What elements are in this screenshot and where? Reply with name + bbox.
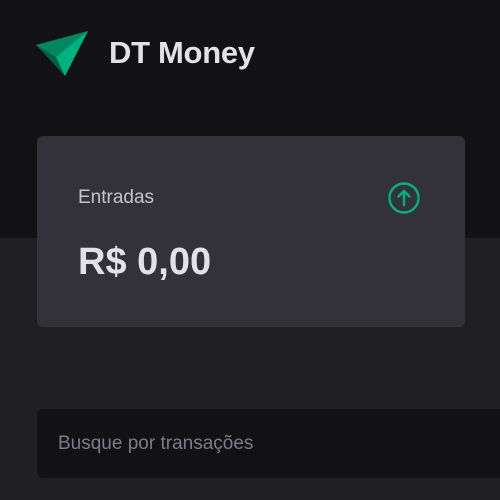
income-summary-card: Entradas R$ 0,00	[37, 136, 465, 327]
app-title: DT Money	[109, 35, 255, 70]
dt-money-logo-icon	[36, 29, 88, 77]
app-page: DT Money Entradas R$ 0,00	[0, 0, 500, 500]
search-input[interactable]	[37, 409, 500, 478]
income-label: Entradas	[78, 187, 155, 208]
arrow-circle-up-icon	[387, 181, 421, 215]
income-value: R$ 0,00	[78, 241, 212, 283]
